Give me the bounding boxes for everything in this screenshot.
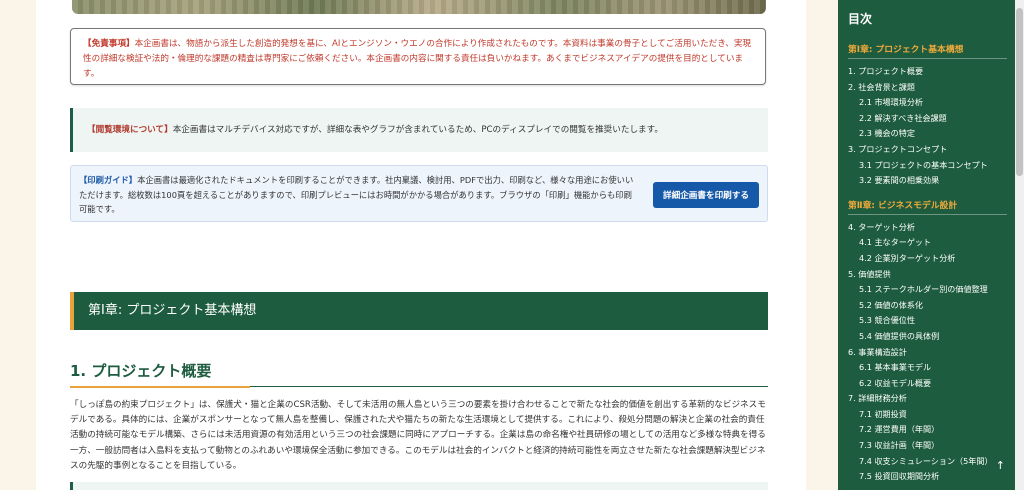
toc-link[interactable]: 2.1 市場環境分析 [848,95,1015,111]
toc-link[interactable]: 7. 詳細財務分析 [848,391,1015,407]
toc-link[interactable]: 7.3 収益計画（年間） [848,438,1015,454]
section-title: 1. プロジェクト概要 [70,360,768,388]
toc-list: 第Ⅰ章: プロジェクト基本構想 1. プロジェクト概要 2. 社会背景と課題 2.1 … [848,37,1015,485]
print-guide-text-block: 【印刷ガイド】本企画書は最適化されたドキュメントを印刷することができます。社内稟… [79,173,639,217]
toc-link[interactable]: 5.3 競合優位性 [848,313,1015,329]
page-scrollbar[interactable] [1015,0,1024,490]
toc-link[interactable]: 2.2 解決すべき社会課題 [848,111,1015,127]
toc-chapter-heading[interactable]: 第Ⅰ章: プロジェクト基本構想 [848,37,1007,59]
print-guide-box: 【印刷ガイド】本企画書は最適化されたドキュメントを印刷することができます。社内稟… [70,165,768,222]
toc-link[interactable]: 4.1 主なターゲット [848,235,1015,251]
toc-link[interactable]: 7.1 初期投資 [848,407,1015,423]
toc-link[interactable]: 1. プロジェクト概要 [848,64,1015,80]
disclaimer-text: 本企画書は、物語から派生した創造的発想を基に、AIとエンジソン・ウエノの合作によ… [83,39,752,79]
toc-link[interactable]: 6.2 収益モデル概要 [848,376,1015,392]
toc-link[interactable]: 7.4 収支シミュレーション（5年間） [848,454,1015,470]
environment-label: 【閲覧環境について】 [87,125,173,135]
next-content-block [70,482,768,490]
print-proposal-button[interactable]: 詳細企画書を印刷する [653,182,759,208]
toc-link[interactable]: 7.5 投資回収期間分析 [848,469,1015,485]
disclaimer-label: 【免責事項】 [83,39,135,49]
chapter-heading: 第Ⅰ章: プロジェクト基本構想 [70,292,768,330]
viewing-environment-notice: 【閲覧環境について】本企画書はマルチデバイス対応ですが、詳細な表やグラフが含まれ… [70,108,768,152]
toc-link[interactable]: 3.1 プロジェクトの基本コンセプト [848,158,1015,174]
environment-text: 本企画書はマルチデバイス対応ですが、詳細な表やグラフが含まれているため、PCのデ… [172,125,663,135]
toc-link[interactable]: 3.2 要素間の相乗効果 [848,173,1015,189]
print-guide-text: 本企画書は最適化されたドキュメントを印刷することができます。社内稟議、検討用、P… [79,175,634,214]
print-guide-label: 【印刷ガイド】 [79,175,138,185]
toc-sidebar: 目次 第Ⅰ章: プロジェクト基本構想 1. プロジェクト概要 2. 社会背景と課題 2… [838,0,1015,490]
toc-link[interactable]: 5.4 価値提供の具体例 [848,329,1015,345]
toc-title: 目次 [848,12,873,26]
back-to-top-icon[interactable]: ↑ [996,459,1005,472]
toc-link[interactable]: 2.3 機会の特定 [848,126,1015,142]
toc-link[interactable]: 4.2 企業別ターゲット分析 [848,251,1015,267]
toc-link[interactable]: 5.2 価値の体系化 [848,298,1015,314]
toc-link[interactable]: 6.1 基本事業モデル [848,360,1015,376]
toc-link[interactable]: 6. 事業構造設計 [848,345,1015,361]
toc-link[interactable]: 5. 価値提供 [848,267,1015,283]
toc-link[interactable]: 4. ターゲット分析 [848,220,1015,236]
toc-chapter-heading[interactable]: 第Ⅱ章: ビジネスモデル設計 [848,193,1007,215]
toc-link[interactable]: 5.1 ステークホルダー別の価値整理 [848,282,1015,298]
hero-image [72,0,766,14]
toc-link[interactable]: 3. プロジェクトコンセプト [848,142,1015,158]
toc-link[interactable]: 7.2 運営費用（年間） [848,422,1015,438]
toc-link[interactable]: 2. 社会背景と課題 [848,80,1015,96]
section-body-text: 「しっぽ島の約束プロジェクト」は、保護犬・猫と企業のCSR活動、そして未活用の無… [70,400,766,471]
disclaimer-box: 【免責事項】本企画書は、物語から派生した創造的発想を基に、AIとエンジソン・ウエ… [70,28,766,85]
scrollbar-thumb[interactable] [1016,8,1023,176]
